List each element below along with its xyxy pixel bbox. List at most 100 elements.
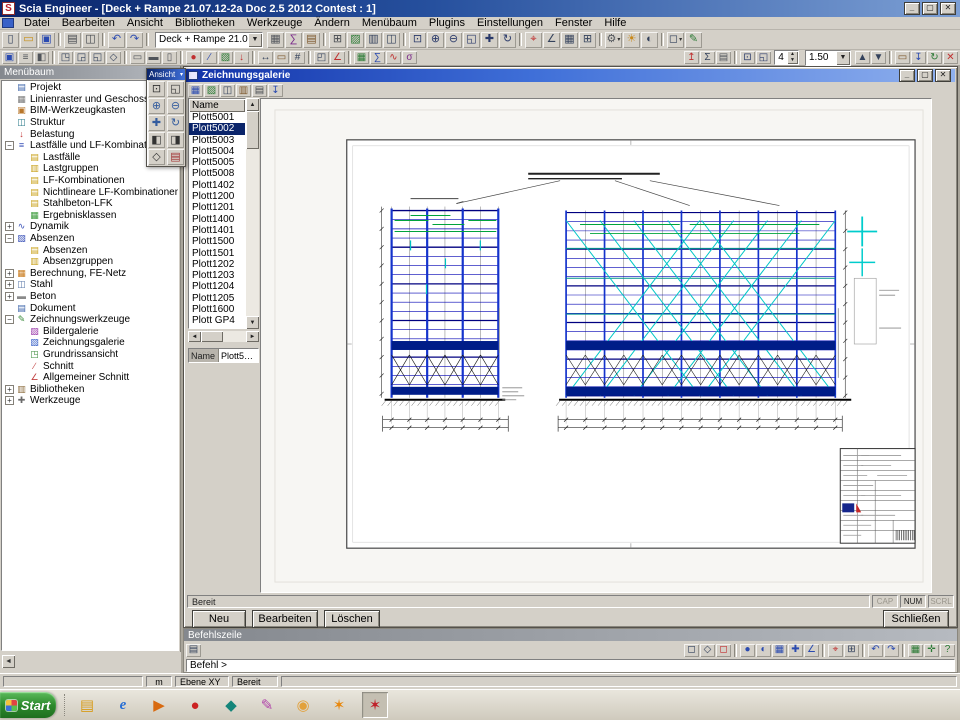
plot-list-item[interactable]: Plott1401 (189, 225, 245, 236)
internet-explorer-icon[interactable]: e (110, 692, 136, 718)
export-picture-icon[interactable]: ↧ (268, 84, 283, 97)
snap-node-icon[interactable]: ● (740, 644, 755, 657)
scroll-left-icon[interactable]: ◄ (188, 331, 201, 342)
deformation-icon[interactable]: ∿ (386, 51, 401, 64)
combinations-icon[interactable]: Σ (700, 51, 715, 64)
close-service-icon[interactable]: ✕ (943, 51, 958, 64)
ucs-icon[interactable]: ⌖ (828, 644, 843, 657)
view-side-icon[interactable]: ◨ (167, 132, 184, 148)
image-gallery-icon[interactable]: ▨ (347, 32, 364, 48)
print-view-icon[interactable]: ▤ (167, 149, 184, 165)
plot-list-item[interactable]: Plott5002 (189, 123, 245, 134)
scale-down-icon[interactable]: ▼ (871, 51, 886, 64)
redo-command-icon[interactable]: ↷ (884, 644, 899, 657)
tree-item-beton[interactable]: +▬Beton (2, 291, 178, 303)
coordinate-system-icon[interactable]: ⌖ (525, 32, 542, 48)
pan-view-icon[interactable]: ✚ (148, 115, 165, 131)
document-icon[interactable]: ▥ (365, 32, 382, 48)
cursor-settings-icon[interactable]: ✛ (924, 644, 939, 657)
plot-list-item[interactable]: Plott GP4 (189, 315, 245, 326)
scroll-down-icon[interactable]: ▼ (246, 316, 259, 329)
gallery-close-button[interactable]: ✕ (935, 69, 951, 82)
print-picture-icon[interactable]: ▤ (252, 84, 267, 97)
gallery-restore-button[interactable]: ▢ (917, 69, 933, 82)
plot-list-item[interactable]: Plott1201 (189, 202, 245, 213)
copy-picture-icon[interactable]: ◫ (220, 84, 235, 97)
status-unit[interactable]: m (146, 676, 172, 687)
project-settings-icon[interactable]: ▣ (2, 51, 17, 64)
snap-grid-icon[interactable]: ▦ (772, 644, 787, 657)
page-number-spinner[interactable]: 4 ▲▼ (774, 50, 799, 65)
insert-picture-icon[interactable]: ▨ (204, 84, 219, 97)
menu-fenster[interactable]: Fenster (549, 17, 598, 29)
command-panel-header[interactable]: Befehlszeile (184, 629, 957, 641)
clipping-box-icon[interactable]: ◰ (314, 51, 329, 64)
section-plane-icon[interactable]: ∠ (330, 51, 345, 64)
gallery-title-bar[interactable]: Zeichnungsgalerie _▢✕ (186, 69, 955, 82)
mesh-icon[interactable]: ▦ (354, 51, 369, 64)
wireframe-icon[interactable]: ▭ (130, 51, 145, 64)
label-icon[interactable]: ▭ (274, 51, 289, 64)
menu-hilfe[interactable]: Hilfe (598, 17, 632, 29)
zoom-all-icon[interactable]: ⊡ (148, 81, 165, 97)
tree-item-stahlbeton-lfk[interactable]: ▤Stahlbeton-LFK (2, 198, 178, 210)
tree-item-zeichnungswerkzeuge[interactable]: −✎Zeichnungswerkzeuge (2, 314, 178, 326)
scale-up-icon[interactable]: ▲ (855, 51, 870, 64)
fit-view-icon[interactable]: ◱ (756, 51, 771, 64)
menu-menübaum[interactable]: Menübaum (356, 17, 423, 29)
edit-button[interactable]: Bearbeiten (252, 610, 318, 628)
scia-engineer-icon[interactable]: ✶ (362, 692, 388, 718)
zoom-window-icon[interactable]: ◱ (167, 81, 184, 97)
undo-command-icon[interactable]: ↶ (868, 644, 883, 657)
zoom-all-icon[interactable]: ⊡ (409, 32, 426, 48)
node-display-icon[interactable]: ● (186, 51, 201, 64)
select-mode-icon[interactable]: ◻ (684, 644, 699, 657)
view-y-icon[interactable]: ◲ (74, 51, 89, 64)
plot-list-item[interactable]: Plott1402 (189, 180, 245, 191)
plot-list-item[interactable]: Plott5003 (189, 135, 245, 146)
redo-icon[interactable]: ↷ (126, 32, 143, 48)
scroll-right-icon[interactable]: ► (246, 331, 259, 342)
tree-item-absenzgruppen[interactable]: ▥Absenzgruppen (2, 256, 178, 268)
plot-list-horizontal-scrollbar[interactable]: ◄ ► (188, 331, 259, 342)
plot-list-item[interactable]: Plott1400 (189, 214, 245, 225)
polygon-select-icon[interactable]: ◇ (700, 644, 715, 657)
menu-bibliotheken[interactable]: Bibliotheken (169, 17, 241, 29)
tree-expand-toggle[interactable]: + (5, 280, 14, 289)
print-icon[interactable]: ▤ (64, 32, 81, 48)
browser-icon[interactable]: ◉ (290, 692, 316, 718)
menu-einstellungen[interactable]: Einstellungen (471, 17, 549, 29)
scrollbar-thumb[interactable] (246, 111, 259, 149)
zoom-page-icon[interactable]: ⊡ (740, 51, 755, 64)
activity-icon[interactable]: ◧ (34, 51, 49, 64)
tree-expand-toggle[interactable]: + (5, 292, 14, 301)
numeric-input-icon[interactable]: ▦ (908, 644, 923, 657)
plot-list-header[interactable]: Name (189, 99, 245, 112)
start-button[interactable]: Start (0, 692, 56, 718)
media-player-icon[interactable]: ▶ (146, 692, 172, 718)
deselect-all-icon[interactable]: ◻ (716, 644, 731, 657)
layers-icon[interactable]: ≡ (18, 51, 33, 64)
view-x-icon[interactable]: ◳ (58, 51, 73, 64)
tree-expand-toggle[interactable]: − (5, 315, 14, 324)
help-icon[interactable]: ? (940, 644, 955, 657)
scale-combo[interactable]: 1.50 ▼ (805, 50, 851, 66)
tree-item-schnitt[interactable]: ∕Schnitt (2, 360, 178, 372)
main-minimize-button[interactable]: _ (904, 2, 920, 15)
property-name-value[interactable]: Plott5002 (219, 349, 258, 362)
ortho-mode-icon[interactable]: ∠ (543, 32, 560, 48)
tree-item-stahl[interactable]: +◫Stahl (2, 279, 178, 291)
tree-expand-toggle[interactable]: + (5, 222, 14, 231)
tree-item-absenzen[interactable]: −▧Absenzen (2, 233, 178, 245)
zoom-in-icon[interactable]: ⊕ (148, 98, 165, 114)
annotate-icon[interactable]: ✎ (685, 32, 702, 48)
snap-mode-icon[interactable]: ⊞ (579, 32, 596, 48)
spinner-arrows[interactable]: ▲▼ (787, 51, 798, 64)
snap-ortho-icon[interactable]: ∠ (804, 644, 819, 657)
send-picture-icon[interactable]: ↧ (911, 51, 926, 64)
surface-display-icon[interactable]: ▧ (218, 51, 233, 64)
plot-list-item[interactable]: Plott5004 (189, 146, 245, 157)
gallery-minimize-button[interactable]: _ (899, 69, 915, 82)
document-settings-icon[interactable]: ▦ (188, 84, 203, 97)
render-mode-icon[interactable]: ◐ (641, 32, 658, 48)
